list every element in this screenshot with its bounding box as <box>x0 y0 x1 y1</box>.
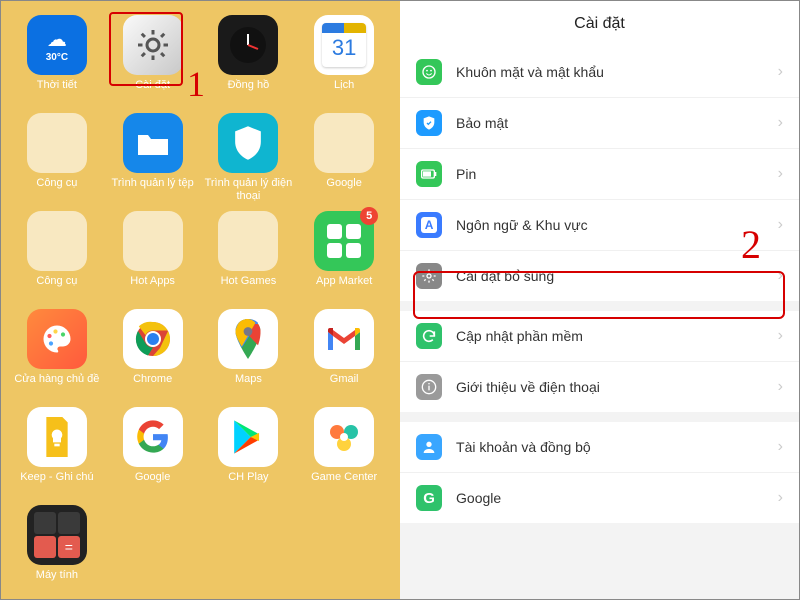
settings-row-language[interactable]: A Ngôn ngữ & Khu vực› <box>400 200 799 251</box>
app-appmarket[interactable]: 5App Market <box>298 211 390 301</box>
app-label: Google <box>108 471 198 497</box>
settings-row-about[interactable]: Giới thiệu về điện thoại› <box>400 362 799 412</box>
app-label: Cửa hàng chủ đề <box>12 373 102 399</box>
app-label: Keep - Ghi chú <box>12 471 102 497</box>
app-label: Trình quản lý điện thoại <box>203 177 293 203</box>
chevron-right-icon: › <box>778 327 783 345</box>
chevron-right-icon: › <box>778 438 783 456</box>
app-label: Công cụ <box>12 177 102 203</box>
settings-row-update[interactable]: Cập nhật phần mềm› <box>400 311 799 362</box>
badge: 5 <box>360 207 378 225</box>
app-label: Cài đặt <box>108 79 198 105</box>
settings-row-label: Giới thiệu về điện thoại <box>456 379 778 395</box>
settings-row-battery[interactable]: Pin› <box>400 149 799 200</box>
app-label: Thời tiết <box>12 79 102 105</box>
settings-row-label: Cập nhật phần mềm <box>456 328 778 344</box>
chevron-right-icon: › <box>778 63 783 81</box>
app-label: Hot Apps <box>108 275 198 301</box>
settings-row-google[interactable]: G Google› <box>400 473 799 523</box>
app-tools[interactable]: Công cụ <box>11 113 103 203</box>
app-googlefld[interactable]: Google <box>298 113 390 203</box>
settings-row-additional[interactable]: Cài đặt bổ sung› <box>400 251 799 301</box>
app-tools2[interactable]: Công cụ <box>11 211 103 301</box>
app-label: Chrome <box>108 373 198 399</box>
app-chrome[interactable]: Chrome <box>107 309 199 399</box>
app-calculator[interactable]: =Máy tính <box>11 505 103 595</box>
app-label: CH Play <box>203 471 293 497</box>
face-password-icon <box>416 59 442 85</box>
settings-row-label: Cài đặt bổ sung <box>456 268 778 284</box>
settings-row-label: Google <box>456 490 778 506</box>
chevron-right-icon: › <box>778 165 783 183</box>
settings-row-label: Tài khoản và đồng bộ <box>456 439 778 455</box>
settings-row-face-password[interactable]: Khuôn mặt và mật khẩu› <box>400 47 799 98</box>
chevron-right-icon: › <box>778 267 783 285</box>
update-icon <box>416 323 442 349</box>
app-keep[interactable]: Keep - Ghi chú <box>11 407 103 497</box>
app-label: Lịch <box>299 79 389 105</box>
settings-row-label: Pin <box>456 166 778 182</box>
app-label: Công cụ <box>12 275 102 301</box>
app-label: App Market <box>299 275 389 301</box>
app-files[interactable]: Trình quản lý tệp <box>107 113 199 203</box>
additional-icon <box>416 263 442 289</box>
home-screen: ☁30°CThời tiếtCài đặtĐồng hồ31Lịch Công c… <box>1 1 400 599</box>
google-icon: G <box>416 485 442 511</box>
accounts-icon <box>416 434 442 460</box>
app-clock[interactable]: Đồng hồ <box>203 15 295 105</box>
app-weather[interactable]: ☁30°CThời tiết <box>11 15 103 105</box>
settings-row-accounts[interactable]: Tài khoản và đồng bộ› <box>400 422 799 473</box>
app-google[interactable]: Google <box>107 407 199 497</box>
chevron-right-icon: › <box>778 378 783 396</box>
settings-row-label: Khuôn mặt và mật khẩu <box>456 64 778 80</box>
app-hotapps[interactable]: Hot Apps <box>107 211 199 301</box>
about-icon <box>416 374 442 400</box>
settings-title: Cài đặt <box>400 1 799 47</box>
app-phonemgr[interactable]: Trình quản lý điện thoại <box>203 113 295 203</box>
app-calendar[interactable]: 31Lịch <box>298 15 390 105</box>
settings-row-label: Ngôn ngữ & Khu vực <box>456 217 778 233</box>
settings-screen: Cài đặt Khuôn mặt và mật khẩu›Bảo mật›Pi… <box>400 1 799 599</box>
app-gamecenter[interactable]: Game Center <box>298 407 390 497</box>
app-chplay[interactable]: CH Play <box>203 407 295 497</box>
app-label: Trình quản lý tệp <box>108 177 198 203</box>
app-hotgames[interactable]: Hot Games <box>203 211 295 301</box>
app-label: Máy tính <box>12 569 102 595</box>
settings-row-label: Bảo mật <box>456 115 778 131</box>
battery-icon <box>416 161 442 187</box>
app-gmail[interactable]: Gmail <box>298 309 390 399</box>
app-maps[interactable]: Maps <box>203 309 295 399</box>
security-icon <box>416 110 442 136</box>
language-icon: A <box>416 212 442 238</box>
app-label: Game Center <box>299 471 389 497</box>
app-label: Google <box>299 177 389 203</box>
chevron-right-icon: › <box>778 489 783 507</box>
app-label: Gmail <box>299 373 389 399</box>
step2-label: 2 <box>741 221 761 268</box>
step1-label: 1 <box>187 63 205 105</box>
app-themes[interactable]: Cửa hàng chủ đề <box>11 309 103 399</box>
app-settings[interactable]: Cài đặt <box>107 15 199 105</box>
chevron-right-icon: › <box>778 114 783 132</box>
settings-row-security[interactable]: Bảo mật› <box>400 98 799 149</box>
app-label: Hot Games <box>203 275 293 301</box>
chevron-right-icon: › <box>778 216 783 234</box>
app-label: Maps <box>203 373 293 399</box>
app-label: Đồng hồ <box>203 79 293 105</box>
